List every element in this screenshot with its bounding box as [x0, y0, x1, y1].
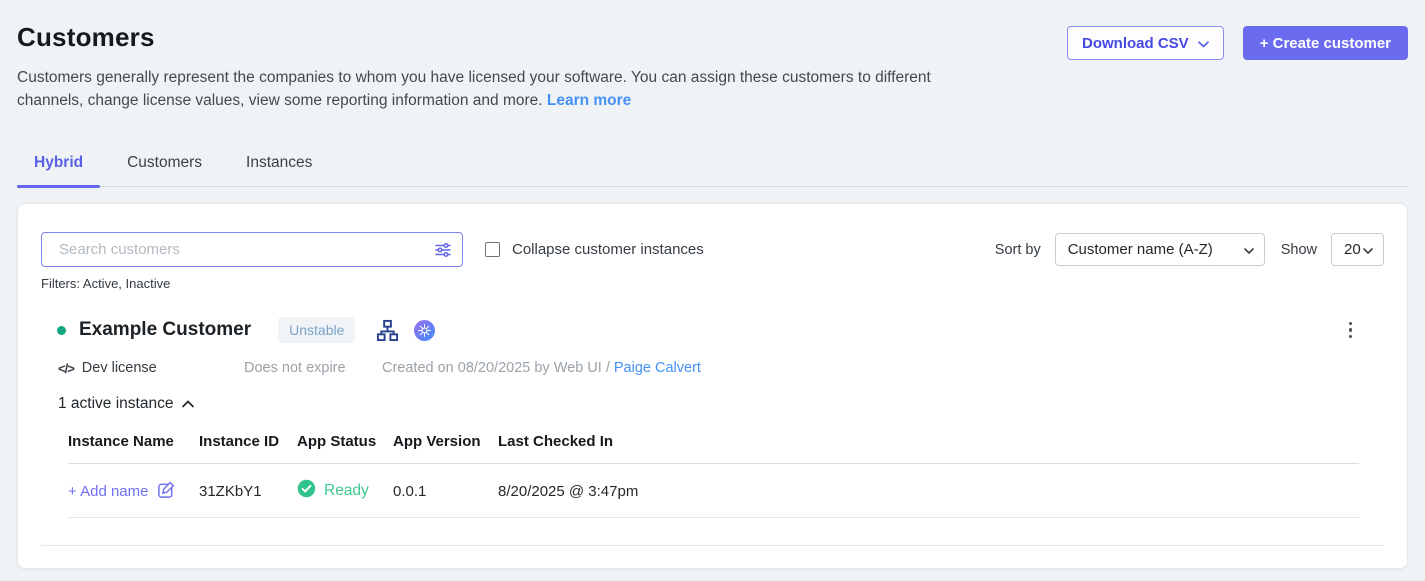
learn-more-link[interactable]: Learn more — [547, 92, 631, 109]
search-input[interactable] — [41, 232, 463, 267]
filters-caption: Filters: Active, Inactive — [41, 276, 1384, 291]
col-app-status: App Status — [297, 433, 393, 464]
download-csv-button[interactable]: Download CSV — [1067, 26, 1224, 60]
sort-select-value: Customer name (A-Z) — [1068, 241, 1213, 258]
filter-sliders-icon[interactable] — [433, 240, 453, 260]
col-instance-id: Instance ID — [199, 433, 297, 464]
active-status-dot — [57, 326, 66, 335]
instances-table: Instance Name Instance ID App Status App… — [68, 433, 1359, 518]
created-by-link[interactable]: Paige Calvert — [614, 360, 701, 376]
license-type-label: Dev license — [82, 360, 157, 376]
download-csv-label: Download CSV — [1082, 35, 1189, 52]
check-circle-icon — [297, 479, 316, 503]
customers-card: Collapse customer instances Sort by Cust… — [17, 203, 1408, 569]
kebab-menu-icon[interactable] — [1345, 318, 1357, 343]
instances-toggle[interactable]: 1 active instance — [58, 395, 1384, 413]
col-instance-name: Instance Name — [68, 433, 199, 464]
collapse-instances-label: Collapse customer instances — [512, 241, 704, 258]
edit-icon — [157, 480, 176, 503]
page-description: Customers generally represent the compan… — [17, 67, 982, 112]
chevron-down-icon — [1363, 241, 1373, 258]
app-status: Ready — [297, 479, 369, 503]
code-icon: </> — [58, 361, 74, 376]
tab-hybrid[interactable]: Hybrid — [17, 154, 100, 186]
show-select-value: 20 — [1344, 241, 1361, 258]
instances-toggle-label: 1 active instance — [58, 395, 173, 413]
instance-id: 31ZKbY1 — [199, 464, 297, 518]
show-label: Show — [1281, 242, 1317, 258]
collapse-instances-checkbox[interactable] — [485, 242, 500, 257]
instance-row: + Add name 31ZKbY1 — [68, 464, 1359, 518]
col-app-version: App Version — [393, 433, 498, 464]
collapse-instances-control[interactable]: Collapse customer instances — [485, 241, 704, 258]
customer-row-header: Example Customer Unstable — [41, 317, 1384, 343]
channel-badge: Unstable — [278, 317, 355, 343]
license-expiry: Does not expire — [244, 360, 382, 376]
chevron-down-icon — [1198, 35, 1209, 52]
view-tabs: Hybrid Customers Instances — [17, 154, 1408, 187]
kubernetes-icon — [414, 320, 435, 341]
sort-by-label: Sort by — [995, 242, 1041, 258]
created-prefix: Created on 08/20/2025 by Web UI / — [382, 360, 610, 376]
create-customer-label: + Create customer — [1260, 35, 1391, 52]
sitemap-icon — [376, 319, 399, 342]
toolbar-right: Sort by Customer name (A-Z) Show 20 — [995, 233, 1384, 266]
show-select[interactable]: 20 — [1331, 233, 1384, 266]
last-checked-in: 8/20/2025 @ 3:47pm — [498, 464, 1359, 518]
license-type: </> Dev license — [58, 360, 244, 376]
sort-select[interactable]: Customer name (A-Z) — [1055, 233, 1265, 266]
tab-instances[interactable]: Instances — [229, 154, 329, 186]
customer-name[interactable]: Example Customer — [79, 319, 251, 341]
customer-separator — [41, 545, 1384, 546]
page-title: Customers — [17, 22, 1067, 53]
instances-table-header: Instance Name Instance ID App Status App… — [68, 433, 1359, 464]
search-wrap — [41, 232, 463, 267]
license-row: </> Dev license Does not expire Created … — [58, 360, 1384, 376]
chevron-up-icon — [182, 395, 194, 413]
create-customer-button[interactable]: + Create customer — [1243, 26, 1408, 60]
header-actions: Download CSV + Create customer — [1067, 26, 1408, 60]
tab-customers[interactable]: Customers — [110, 154, 219, 186]
add-name-label: + Add name — [68, 483, 148, 500]
col-last-checked-in: Last Checked In — [498, 433, 1359, 464]
add-name-link[interactable]: + Add name — [68, 480, 176, 503]
page-description-text: Customers generally represent the compan… — [17, 69, 931, 109]
toolbar: Collapse customer instances Sort by Cust… — [41, 232, 1384, 267]
page-header: Customers Customers generally represent … — [17, 0, 1408, 112]
customers-page: Customers Customers generally represent … — [0, 0, 1425, 569]
app-status-label: Ready — [324, 482, 369, 500]
app-version: 0.0.1 — [393, 464, 498, 518]
chevron-down-icon — [1244, 241, 1254, 258]
created-info: Created on 08/20/2025 by Web UI / Paige … — [382, 360, 701, 376]
